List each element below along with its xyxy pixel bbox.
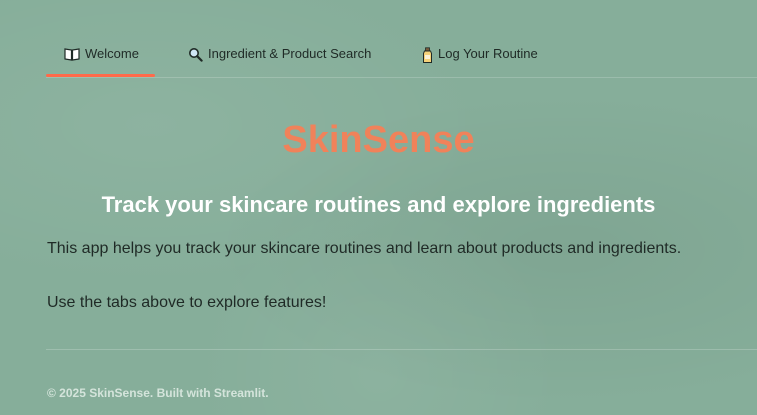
magnifier-icon xyxy=(188,47,203,65)
app-title: SkinSense xyxy=(282,119,475,161)
tab-log-your-routine[interactable]: Log Your Routine xyxy=(422,38,538,76)
tab-log-label: Log Your Routine xyxy=(438,46,538,61)
tab-search-label: Ingredient & Product Search xyxy=(208,46,372,61)
tab-welcome[interactable]: Welcome xyxy=(46,38,155,77)
tab-welcome-label: Welcome xyxy=(85,46,139,61)
bottle-icon xyxy=(422,47,433,67)
app-subtitle: Track your skincare routines and explore… xyxy=(101,192,656,217)
open-book-icon xyxy=(64,47,80,64)
tab-ingredient-product-search[interactable]: Ingredient & Product Search xyxy=(188,38,371,76)
instruction-paragraph: Use the tabs above to explore features! xyxy=(47,294,327,311)
tab-bar: Welcome Ingredient & Product Search Log … xyxy=(46,38,757,78)
footer-text: © 2025 SkinSense. Built with Streamlit. xyxy=(47,386,269,400)
footer-divider xyxy=(46,349,757,350)
intro-paragraph: This app helps you track your skincare r… xyxy=(47,240,682,257)
